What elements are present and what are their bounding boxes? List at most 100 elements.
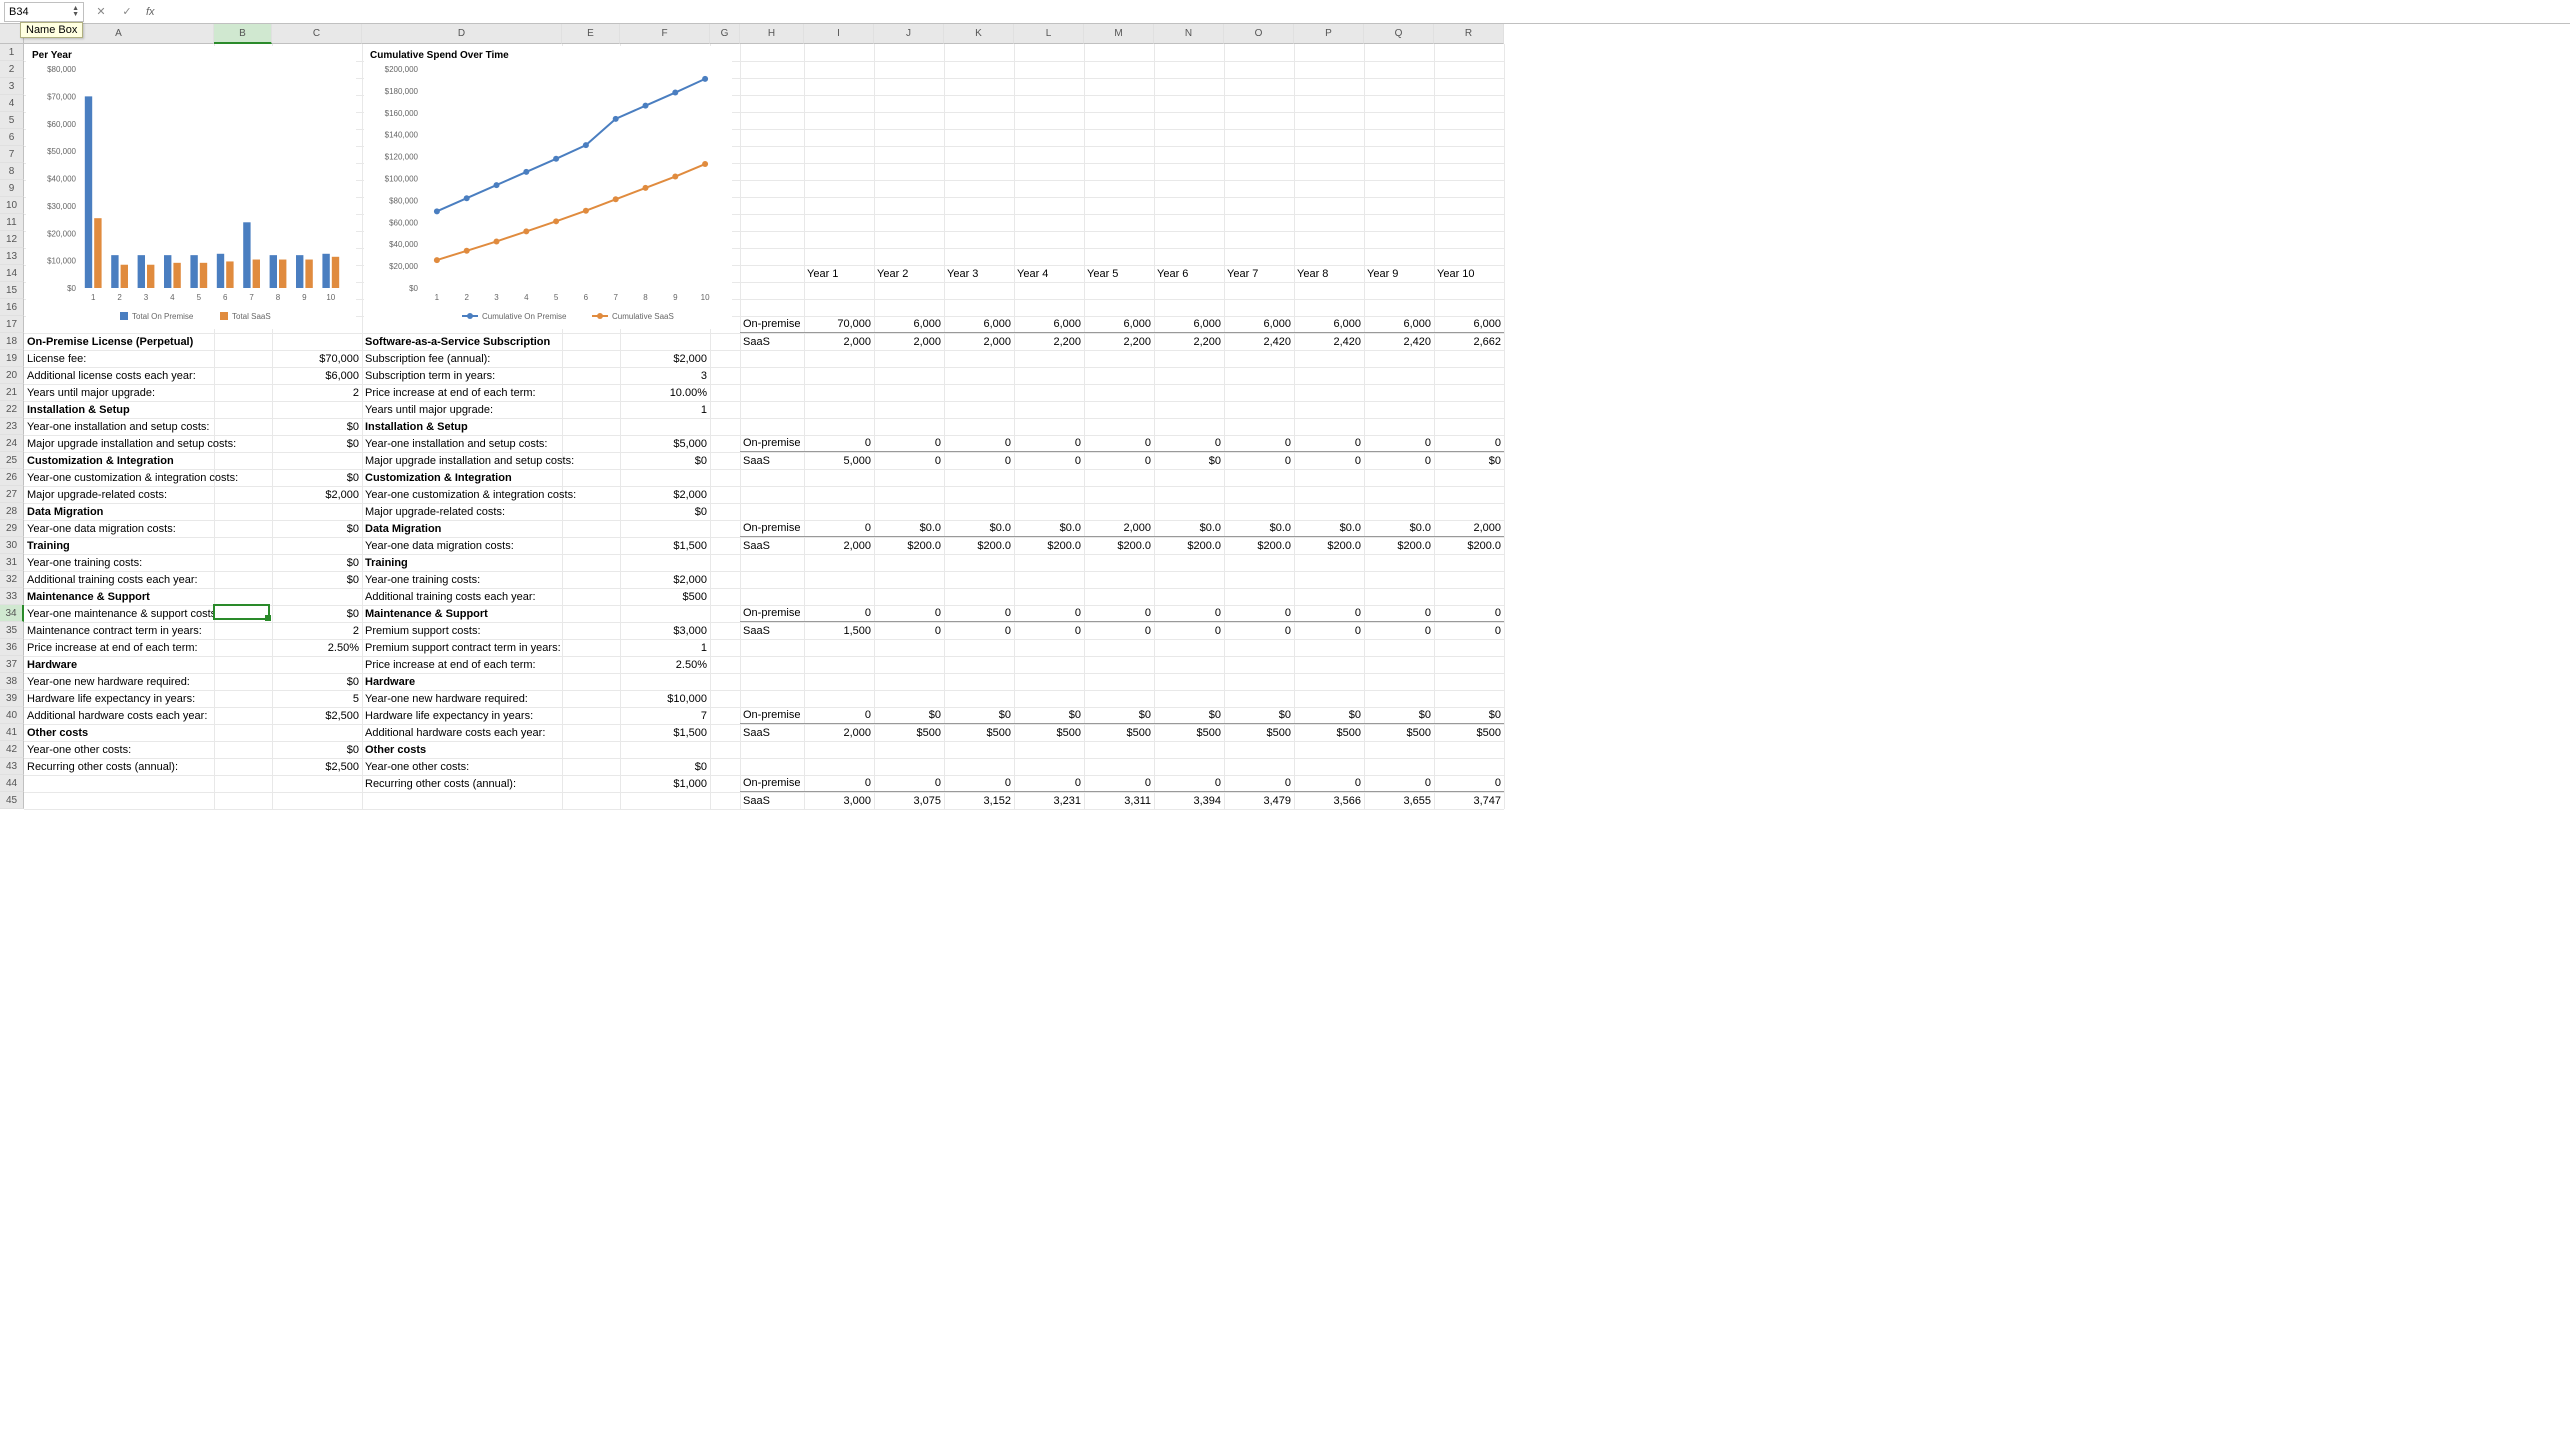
cell-I25[interactable]: 5,000 <box>804 452 874 469</box>
cell-R30[interactable]: $200.0 <box>1434 537 1504 554</box>
row-header-37[interactable]: 37 <box>0 656 24 673</box>
cell-P35[interactable]: 0 <box>1294 622 1364 639</box>
cell-H44[interactable]: On-premise <box>740 775 804 792</box>
row-header-22[interactable]: 22 <box>0 401 24 418</box>
cell-N44[interactable]: 0 <box>1154 775 1224 792</box>
cell-J41[interactable]: $500 <box>874 724 944 741</box>
cell-D38[interactable]: Hardware <box>362 673 620 690</box>
cell-N45[interactable]: 3,394 <box>1154 792 1224 809</box>
cell-K14[interactable]: Year 3 <box>944 265 1014 282</box>
row-header-13[interactable]: 13 <box>0 248 24 265</box>
cell-J17[interactable]: 6,000 <box>874 316 944 333</box>
cell-M41[interactable]: $500 <box>1084 724 1154 741</box>
cell-F27[interactable]: $2,000 <box>620 486 710 503</box>
cell-N18[interactable]: 2,200 <box>1154 333 1224 350</box>
row-header-24[interactable]: 24 <box>0 435 24 452</box>
cell-P14[interactable]: Year 8 <box>1294 265 1364 282</box>
cell-K17[interactable]: 6,000 <box>944 316 1014 333</box>
cell-Q25[interactable]: 0 <box>1364 452 1434 469</box>
cell-A39[interactable]: Hardware life expectancy in years: <box>24 690 272 707</box>
cell-I44[interactable]: 0 <box>804 775 874 792</box>
cell-O24[interactable]: 0 <box>1224 435 1294 452</box>
cell-N40[interactable]: $0 <box>1154 707 1224 724</box>
cell-N14[interactable]: Year 6 <box>1154 265 1224 282</box>
cell-Q17[interactable]: 6,000 <box>1364 316 1434 333</box>
cell-J34[interactable]: 0 <box>874 605 944 622</box>
cell-I17[interactable]: 70,000 <box>804 316 874 333</box>
cell-N25[interactable]: $0 <box>1154 452 1224 469</box>
cell-L35[interactable]: 0 <box>1014 622 1084 639</box>
cell-N34[interactable]: 0 <box>1154 605 1224 622</box>
cell-Q29[interactable]: $0.0 <box>1364 520 1434 537</box>
row-header-26[interactable]: 26 <box>0 469 24 486</box>
cell-C23[interactable]: $0 <box>272 418 362 435</box>
cell-D27[interactable]: Year-one customization & integration cos… <box>362 486 620 503</box>
cell-O17[interactable]: 6,000 <box>1224 316 1294 333</box>
cell-H18[interactable]: SaaS <box>740 333 804 350</box>
cell-I18[interactable]: 2,000 <box>804 333 874 350</box>
cell-Q40[interactable]: $0 <box>1364 707 1434 724</box>
row-header-25[interactable]: 25 <box>0 452 24 469</box>
cell-A30[interactable]: Training <box>24 537 272 554</box>
cell-M35[interactable]: 0 <box>1084 622 1154 639</box>
row-header-33[interactable]: 33 <box>0 588 24 605</box>
cell-J29[interactable]: $0.0 <box>874 520 944 537</box>
row-header-27[interactable]: 27 <box>0 486 24 503</box>
cell-R18[interactable]: 2,662 <box>1434 333 1504 350</box>
cell-F37[interactable]: 2.50% <box>620 656 710 673</box>
cell-D39[interactable]: Year-one new hardware required: <box>362 690 620 707</box>
cell-L17[interactable]: 6,000 <box>1014 316 1084 333</box>
cell-A40[interactable]: Additional hardware costs each year: <box>24 707 272 724</box>
cell-D25[interactable]: Major upgrade installation and setup cos… <box>362 452 620 469</box>
cell-C39[interactable]: 5 <box>272 690 362 707</box>
cell-R29[interactable]: 2,000 <box>1434 520 1504 537</box>
cell-H41[interactable]: SaaS <box>740 724 804 741</box>
cell-L25[interactable]: 0 <box>1014 452 1084 469</box>
cell-O44[interactable]: 0 <box>1224 775 1294 792</box>
cell-C43[interactable]: $2,500 <box>272 758 362 775</box>
cell-R14[interactable]: Year 10 <box>1434 265 1504 282</box>
cell-Q24[interactable]: 0 <box>1364 435 1434 452</box>
cell-P18[interactable]: 2,420 <box>1294 333 1364 350</box>
cell-H45[interactable]: SaaS <box>740 792 804 809</box>
cell-M17[interactable]: 6,000 <box>1084 316 1154 333</box>
row-header-34[interactable]: 34 <box>0 605 24 622</box>
col-header-I[interactable]: I <box>804 24 874 44</box>
cell-Q14[interactable]: Year 9 <box>1364 265 1434 282</box>
cell-P25[interactable]: 0 <box>1294 452 1364 469</box>
cell-M45[interactable]: 3,311 <box>1084 792 1154 809</box>
cell-K44[interactable]: 0 <box>944 775 1014 792</box>
cell-H24[interactable]: On-premise <box>740 435 804 452</box>
row-header-12[interactable]: 12 <box>0 231 24 248</box>
col-header-N[interactable]: N <box>1154 24 1224 44</box>
cell-A41[interactable]: Other costs <box>24 724 272 741</box>
col-header-B[interactable]: B <box>214 24 272 44</box>
cell-O29[interactable]: $0.0 <box>1224 520 1294 537</box>
cell-C26[interactable]: $0 <box>272 469 362 486</box>
cell-J18[interactable]: 2,000 <box>874 333 944 350</box>
cell-F22[interactable]: 1 <box>620 401 710 418</box>
cell-M30[interactable]: $200.0 <box>1084 537 1154 554</box>
cell-J40[interactable]: $0 <box>874 707 944 724</box>
cell-L24[interactable]: 0 <box>1014 435 1084 452</box>
row-header-15[interactable]: 15 <box>0 282 24 299</box>
cell-I14[interactable]: Year 1 <box>804 265 874 282</box>
cell-M18[interactable]: 2,200 <box>1084 333 1154 350</box>
cell-O18[interactable]: 2,420 <box>1224 333 1294 350</box>
cell-I29[interactable]: 0 <box>804 520 874 537</box>
cell-N35[interactable]: 0 <box>1154 622 1224 639</box>
col-header-H[interactable]: H <box>740 24 804 44</box>
cell-A23[interactable]: Year-one installation and setup costs: <box>24 418 272 435</box>
cell-C36[interactable]: 2.50% <box>272 639 362 656</box>
cell-Q45[interactable]: 3,655 <box>1364 792 1434 809</box>
cell-H40[interactable]: On-premise <box>740 707 804 724</box>
cell-C42[interactable]: $0 <box>272 741 362 758</box>
row-header-42[interactable]: 42 <box>0 741 24 758</box>
cell-C35[interactable]: 2 <box>272 622 362 639</box>
row-header-30[interactable]: 30 <box>0 537 24 554</box>
cell-I35[interactable]: 1,500 <box>804 622 874 639</box>
cell-L41[interactable]: $500 <box>1014 724 1084 741</box>
cell-A35[interactable]: Maintenance contract term in years: <box>24 622 272 639</box>
row-header-43[interactable]: 43 <box>0 758 24 775</box>
cell-A31[interactable]: Year-one training costs: <box>24 554 272 571</box>
